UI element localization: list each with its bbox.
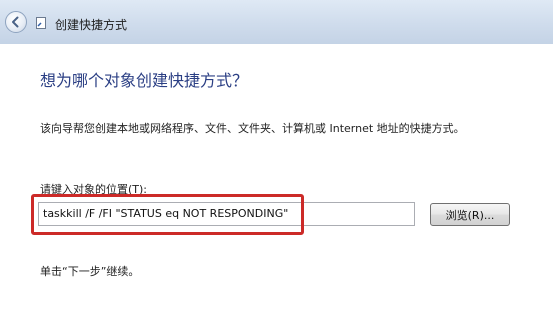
shortcut-wizard-icon [36,17,46,29]
back-arrow-icon [12,16,19,28]
title-bar: 创建快捷方式 [0,0,553,44]
window-title: 创建快捷方式 [55,18,128,32]
back-button[interactable] [5,11,27,33]
highlight-annotation [31,194,304,235]
page-heading: 想为哪个对象创建快捷方式？ [40,71,249,90]
next-step-hint: 单击“下一步”继续。 [40,265,140,278]
browse-button[interactable]: 浏览(R)... [430,203,510,226]
wizard-description: 该向导帮您创建本地或网络程序、文件、文件夹、计算机或 Internet 地址的快… [40,122,465,135]
